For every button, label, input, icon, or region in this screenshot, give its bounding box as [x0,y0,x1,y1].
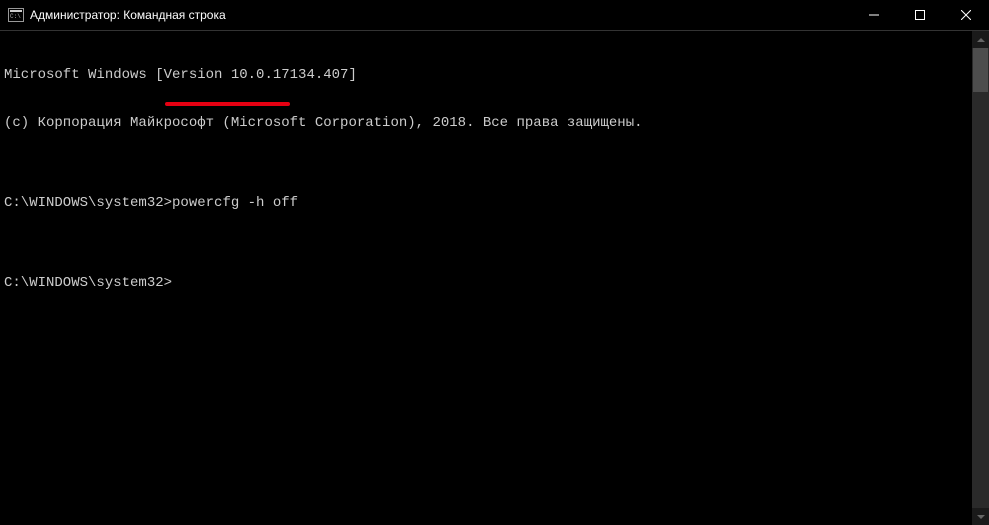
terminal-line: (c) Корпорация Майкрософт (Microsoft Cor… [4,115,968,131]
highlight-underline [165,102,290,106]
content-area: Microsoft Windows [Version 10.0.17134.40… [0,31,989,525]
terminal[interactable]: Microsoft Windows [Version 10.0.17134.40… [0,31,972,525]
prompt-path: C:\WINDOWS\system32> [4,195,172,211]
minimize-button[interactable] [851,0,897,30]
maximize-icon [915,10,925,20]
close-icon [961,10,971,20]
window-title: Администратор: Командная строка [30,8,851,22]
prompt-path: C:\WINDOWS\system32> [4,275,172,291]
chevron-up-icon [977,38,985,42]
terminal-line: C:\WINDOWS\system32>powercfg -h off [4,195,968,211]
scroll-up-button[interactable] [972,31,989,48]
terminal-line: C:\WINDOWS\system32> [4,275,968,291]
cmd-icon [8,8,24,22]
cmd-window: Администратор: Командная строка Microsof… [0,0,989,525]
chevron-down-icon [977,515,985,519]
prompt-command: powercfg -h off [172,195,298,211]
terminal-line: Microsoft Windows [Version 10.0.17134.40… [4,67,968,83]
scrollbar-track[interactable] [972,48,989,508]
scroll-down-button[interactable] [972,508,989,525]
titlebar[interactable]: Администратор: Командная строка [0,0,989,31]
maximize-button[interactable] [897,0,943,30]
close-button[interactable] [943,0,989,30]
window-controls [851,0,989,30]
minimize-icon [869,10,879,20]
vertical-scrollbar[interactable] [972,31,989,525]
scrollbar-thumb[interactable] [973,48,988,92]
